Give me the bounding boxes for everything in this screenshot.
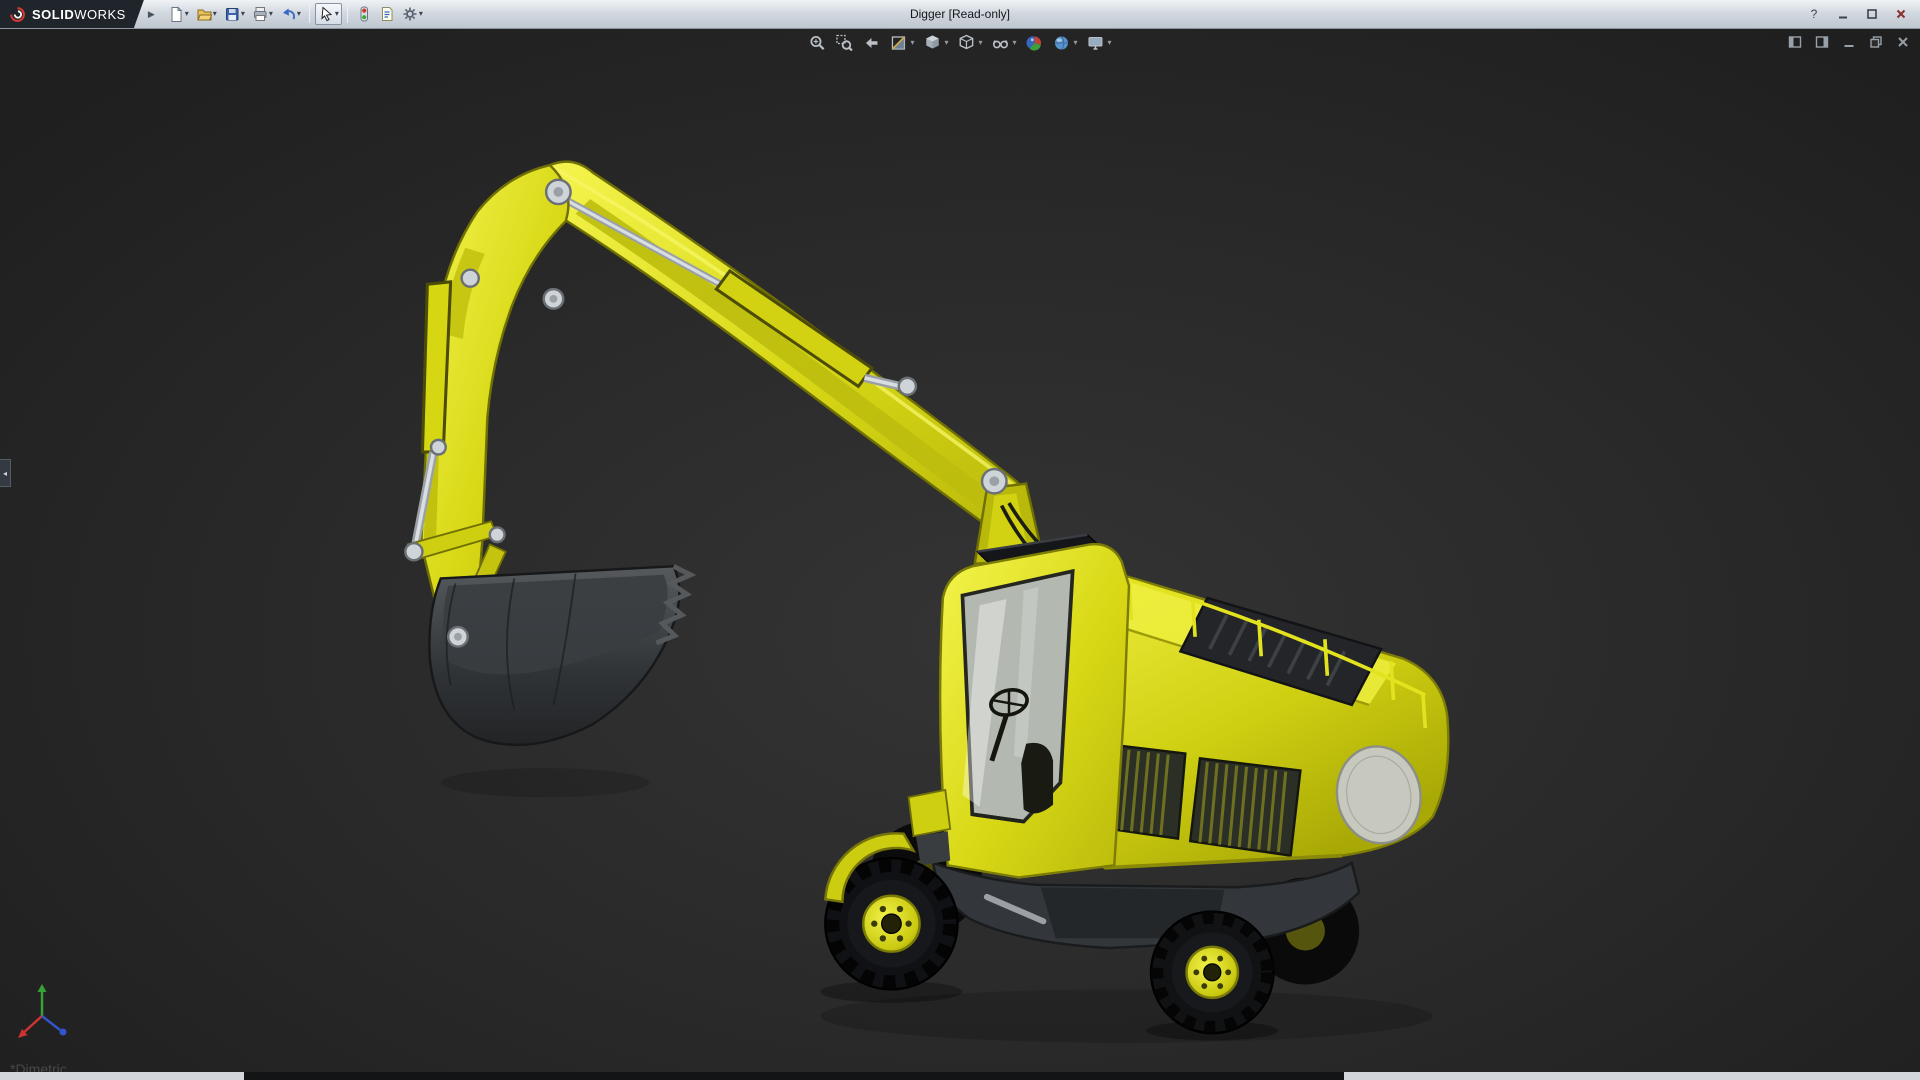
panel-collapse-handle[interactable]: ◂: [0, 459, 11, 487]
dropdown-caret-icon[interactable]: ▾: [269, 10, 273, 18]
excavator-model-canvas[interactable]: [0, 29, 1920, 1072]
side-grille-2: [1190, 758, 1300, 855]
boom-body-pivot-pin: [982, 469, 1006, 493]
view-orientation-button[interactable]: ▾: [922, 33, 949, 53]
rebuild-button[interactable]: [353, 3, 375, 25]
seat: [1021, 743, 1053, 813]
dropdown-caret-icon[interactable]: ▾: [419, 10, 423, 18]
heads-up-toolbar: ▾ ▾ ▾ ▾: [807, 33, 1112, 53]
arrow-left-icon: [862, 34, 880, 52]
previous-view-button[interactable]: [861, 33, 881, 53]
display-style-button[interactable]: ▾: [956, 33, 983, 53]
dropdown-caret-icon[interactable]: ▾: [185, 10, 189, 18]
dropdown-caret-icon[interactable]: ▾: [944, 39, 948, 47]
ds-logo-icon: [9, 6, 26, 23]
gear-icon: [402, 6, 418, 22]
dropdown-caret-icon[interactable]: ▾: [1013, 39, 1017, 47]
dropdown-caret-icon[interactable]: ▾: [910, 39, 914, 47]
traffic-light-icon: [356, 6, 372, 22]
collapse-arrow-icon: ◂: [3, 469, 7, 478]
bucket[interactable]: [429, 566, 690, 745]
main-toolbar: ▾ ▾ ▾ ▾ ▾: [165, 3, 426, 25]
wireframe-cube-icon: [957, 34, 975, 52]
glasses-icon: [992, 34, 1010, 52]
monitor-icon: [1087, 34, 1105, 52]
titlebar: SOLIDWORKS ▶ ▾ ▾ ▾: [0, 0, 1920, 29]
bottom-bar-dark-segment: [244, 1072, 1344, 1080]
dropdown-caret-icon[interactable]: ▾: [335, 10, 339, 18]
section-cube-icon: [889, 34, 907, 52]
floppy-icon: [224, 6, 240, 22]
doc-restore-button[interactable]: [1869, 35, 1883, 49]
boom-arm[interactable]: [545, 162, 1029, 532]
toolbar-separator: [309, 5, 310, 23]
cube-icon: [923, 34, 941, 52]
options-button[interactable]: ▾: [399, 3, 426, 25]
upper-body[interactable]: [1075, 571, 1448, 868]
pane-left-icon[interactable]: [1788, 35, 1802, 49]
scene-sphere-icon: [1053, 34, 1071, 52]
close-button[interactable]: [1894, 8, 1908, 20]
windshield: [962, 571, 1072, 821]
color-ball-icon: [1026, 34, 1044, 52]
view-orientation-label: *Dimetric: [10, 1061, 67, 1072]
print-button[interactable]: ▾: [249, 3, 276, 25]
hide-show-items-button[interactable]: ▾: [991, 33, 1018, 53]
window-controls: ?: [1807, 8, 1920, 20]
undo-button[interactable]: ▾: [277, 3, 304, 25]
document-info-icon: [379, 6, 395, 22]
brand-name: SOLIDWORKS: [32, 7, 126, 22]
help-button[interactable]: ?: [1807, 8, 1821, 20]
window-title: Digger [Read-only]: [910, 7, 1010, 21]
stick-arm[interactable]: [408, 165, 569, 640]
open-button[interactable]: ▾: [193, 3, 220, 25]
cab[interactable]: [909, 535, 1129, 878]
document-window-controls: [1788, 35, 1910, 49]
bottom-bar: [0, 1072, 1920, 1080]
edit-appearance-button[interactable]: [1025, 33, 1045, 53]
cursor-arrow-icon: [318, 6, 334, 22]
doc-minimize-button[interactable]: [1842, 35, 1856, 49]
dropdown-caret-icon[interactable]: ▾: [297, 10, 301, 18]
boom-hydraulic-cylinder: [564, 199, 906, 387]
apply-scene-button[interactable]: ▾: [1052, 33, 1079, 53]
magnifier-icon: [808, 34, 826, 52]
printer-icon: [252, 6, 268, 22]
toolbar-expander-icon[interactable]: ▶: [148, 9, 155, 20]
graphics-viewport[interactable]: ▾ ▾ ▾ ▾: [0, 29, 1920, 1072]
maximize-button[interactable]: [1865, 8, 1879, 20]
doc-close-button[interactable]: [1896, 35, 1910, 49]
reference-triad: [16, 980, 86, 1044]
dropdown-caret-icon[interactable]: ▾: [241, 10, 245, 18]
new-document-button[interactable]: ▾: [165, 3, 192, 25]
toolbar-separator: [347, 5, 348, 23]
dropdown-caret-icon[interactable]: ▾: [1074, 39, 1078, 47]
magnifier-area-icon: [835, 34, 853, 52]
file-properties-button[interactable]: [376, 3, 398, 25]
save-button[interactable]: ▾: [221, 3, 248, 25]
zoom-to-area-button[interactable]: [834, 33, 854, 53]
section-view-button[interactable]: ▾: [888, 33, 915, 53]
dropdown-caret-icon[interactable]: ▾: [213, 10, 217, 18]
pane-right-icon[interactable]: [1815, 35, 1829, 49]
dropdown-caret-icon[interactable]: ▾: [1108, 39, 1112, 47]
dropdown-caret-icon[interactable]: ▾: [978, 39, 982, 47]
undo-arrow-icon: [280, 6, 296, 22]
view-settings-button[interactable]: ▾: [1086, 33, 1113, 53]
zoom-to-fit-button[interactable]: [807, 33, 827, 53]
folder-icon: [196, 6, 212, 22]
page-icon: [168, 6, 184, 22]
select-button[interactable]: ▾: [315, 3, 342, 25]
solidworks-logo: SOLIDWORKS: [0, 0, 144, 28]
minimize-button[interactable]: [1836, 8, 1850, 20]
